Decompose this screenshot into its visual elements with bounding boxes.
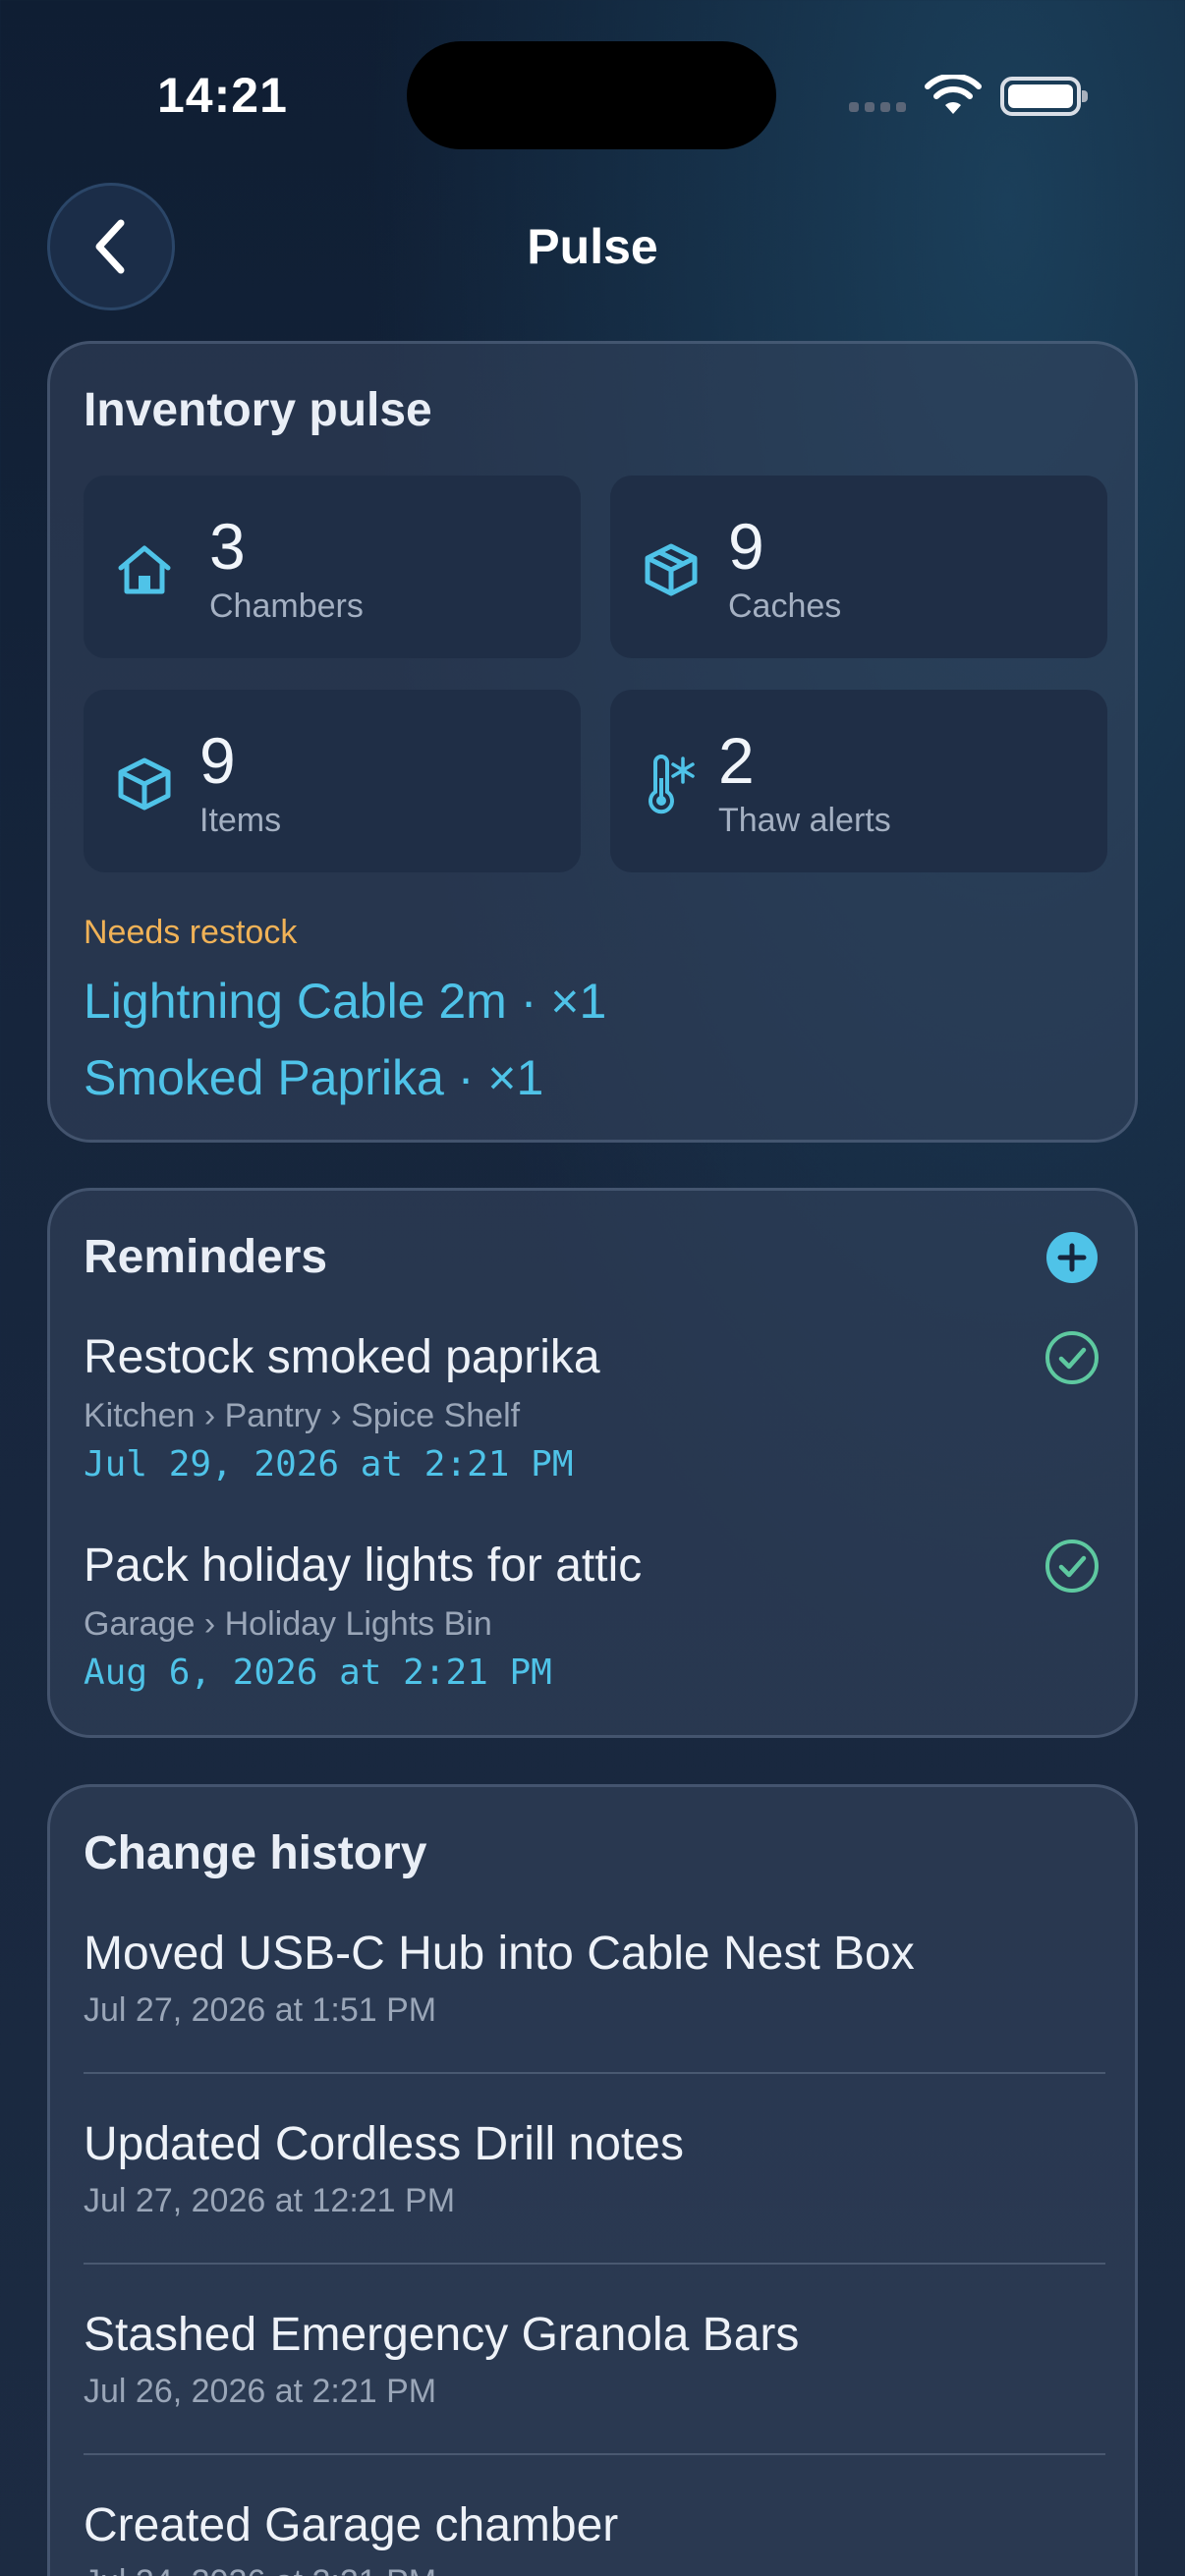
complete-reminder-check-icon[interactable] xyxy=(1044,1539,1100,1594)
inventory-pulse-card: Inventory pulse 3 Chambers 9 Caches 9 It… xyxy=(47,341,1138,1143)
cube-icon xyxy=(118,757,171,811)
thermometer-snowflake-icon xyxy=(649,755,695,814)
divider xyxy=(84,2072,1105,2074)
reminder-date: Jul 29, 2026 at 2:21 PM xyxy=(84,1444,574,1484)
history-entry-title: Moved USB-C Hub into Cable Nest Box xyxy=(84,1928,915,1980)
stat-label: Chambers xyxy=(209,588,364,625)
reminder-title: Pack holiday lights for attic xyxy=(84,1540,643,1592)
stat-tile-caches[interactable]: 9 Caches xyxy=(610,476,1107,658)
needs-restock-heading: Needs restock xyxy=(84,914,298,951)
stat-value: 2 xyxy=(718,724,755,797)
reminders-card: Reminders Restock smoked paprika Kitchen… xyxy=(47,1188,1138,1738)
restock-item-link[interactable]: Lightning Cable 2m · ×1 xyxy=(84,973,606,1030)
change-history-card: Change history Moved USB-C Hub into Cabl… xyxy=(47,1784,1138,2576)
history-entry-title: Stashed Emergency Granola Bars xyxy=(84,2309,800,2361)
wifi-icon xyxy=(925,75,982,114)
history-entry-date: Jul 26, 2026 at 2:21 PM xyxy=(84,2373,437,2410)
reminder-title: Restock smoked paprika xyxy=(84,1331,600,1383)
change-history-title: Change history xyxy=(84,1827,427,1879)
reminders-title: Reminders xyxy=(84,1231,328,1283)
stat-tile-thaw-alerts[interactable]: 2 Thaw alerts xyxy=(610,690,1107,872)
reminder-location: Kitchen › Pantry › Spice Shelf xyxy=(84,1397,521,1434)
stat-tile-items[interactable]: 9 Items xyxy=(84,690,581,872)
stat-value: 3 xyxy=(209,510,246,583)
stat-label: Items xyxy=(199,802,282,839)
history-entry-date: Jul 27, 2026 at 12:21 PM xyxy=(84,2182,456,2219)
stat-label: Thaw alerts xyxy=(718,802,891,839)
inventory-pulse-title: Inventory pulse xyxy=(84,384,432,436)
box-icon xyxy=(645,543,698,596)
history-entry-date: Jul 27, 2026 at 1:51 PM xyxy=(84,1991,437,2029)
house-icon xyxy=(118,545,171,594)
stat-value: 9 xyxy=(199,724,236,797)
status-time: 14:21 xyxy=(157,68,288,123)
stat-tile-chambers[interactable]: 3 Chambers xyxy=(84,476,581,658)
history-entry-title: Created Garage chamber xyxy=(84,2499,619,2551)
reminder-location: Garage › Holiday Lights Bin xyxy=(84,1605,492,1643)
complete-reminder-check-icon[interactable] xyxy=(1044,1330,1100,1385)
history-entry-title: Updated Cordless Drill notes xyxy=(84,2118,684,2170)
history-entry-date: Jul 24, 2026 at 2:21 PM xyxy=(84,2563,436,2576)
divider xyxy=(84,2263,1105,2265)
dynamic-island xyxy=(407,41,776,149)
status-bar: 14:21 xyxy=(0,0,1185,187)
divider xyxy=(84,2453,1105,2455)
add-reminder-button[interactable] xyxy=(1046,1232,1098,1283)
stat-value: 9 xyxy=(728,510,764,583)
battery-icon xyxy=(1000,77,1088,116)
restock-item-link[interactable]: Smoked Paprika · ×1 xyxy=(84,1049,543,1106)
signal-icon xyxy=(849,102,906,112)
stat-label: Caches xyxy=(728,588,842,625)
page-title: Pulse xyxy=(527,219,658,274)
reminder-date: Aug 6, 2026 at 2:21 PM xyxy=(84,1652,552,1693)
